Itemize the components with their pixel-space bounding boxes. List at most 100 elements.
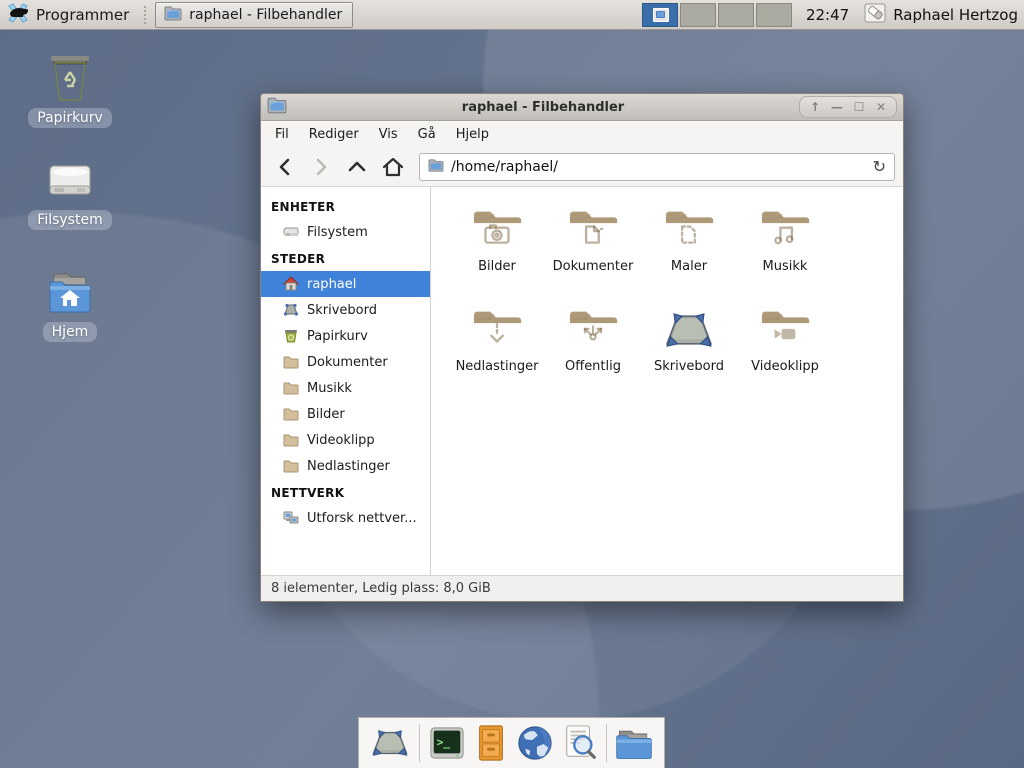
applications-menu-button[interactable]: Programmer — [4, 0, 135, 31]
sidebar-item-skrivebord[interactable]: Skrivebord — [261, 297, 430, 323]
menubar: Fil Rediger Vis Gå Hjelp — [261, 121, 903, 147]
sidebar-header-network: NETTVERK — [261, 479, 430, 505]
workspace-3[interactable] — [718, 3, 754, 27]
sidebar-item-label: Papirkurv — [307, 329, 368, 344]
files-grid: Bilder Dokumenter Maler — [449, 203, 899, 401]
path-input[interactable]: /home/raphael/ — [451, 159, 866, 175]
document-search-button[interactable] — [562, 722, 598, 764]
window-title: raphael - Filbehandler — [287, 100, 799, 115]
sidebar-item-label: Nedlastinger — [307, 459, 390, 474]
close-button[interactable]: ✕ — [872, 99, 890, 115]
file-manager-button[interactable] — [614, 722, 654, 764]
sidebar-item-network[interactable]: Utforsk nettver... — [261, 505, 430, 531]
sidebar-item-label: Skrivebord — [307, 303, 377, 318]
workspace-4[interactable] — [756, 3, 792, 27]
titlebar[interactable]: raphael - Filbehandler ↑ — ☐ ✕ — [261, 94, 903, 121]
desktop-icon-trash[interactable]: Papirkurv — [20, 50, 120, 128]
path-folder-icon — [428, 158, 444, 176]
sidebar-header-devices: ENHETER — [261, 193, 430, 219]
file-item-offentlig[interactable]: Offentlig — [545, 303, 641, 401]
desktop-icon-label: Papirkurv — [28, 108, 112, 128]
home-button[interactable] — [377, 152, 409, 182]
taskbar-window-button[interactable]: raphael - Filbehandler — [155, 2, 353, 28]
desktop-icon — [661, 307, 717, 353]
desktop-icon-filesystem[interactable]: Filsystem — [20, 158, 120, 230]
folder-public-icon — [565, 307, 621, 353]
file-label: Musikk — [763, 259, 808, 274]
folder-icon — [283, 458, 299, 474]
sidebar-item-nedlastinger[interactable]: Nedlastinger — [261, 453, 430, 479]
desktop-icon-home[interactable]: Hjem — [20, 268, 120, 342]
dock: >_ — [358, 717, 665, 768]
file-item-musikk[interactable]: Musikk — [737, 203, 833, 301]
folder-icon — [283, 380, 299, 396]
sidebar-item-dokumenter[interactable]: Dokumenter — [261, 349, 430, 375]
taskbar-window-label: raphael - Filbehandler — [189, 7, 342, 23]
back-button[interactable] — [269, 152, 301, 182]
workspace-2[interactable] — [680, 3, 716, 27]
file-label: Nedlastinger — [456, 359, 539, 374]
file-label: Offentlig — [565, 359, 621, 374]
file-item-videoklipp[interactable]: Videoklipp — [737, 303, 833, 401]
sidebar-item-musikk[interactable]: Musikk — [261, 375, 430, 401]
file-item-bilder[interactable]: Bilder — [449, 203, 545, 301]
sidebar-item-bilder[interactable]: Bilder — [261, 401, 430, 427]
sidebar: ENHETER Filsystem STEDER raphael Skriveb… — [261, 187, 431, 575]
sidebar-item-papirkurv[interactable]: Papirkurv — [261, 323, 430, 349]
maximize-button[interactable]: ☐ — [850, 99, 868, 115]
files-view[interactable]: Bilder Dokumenter Maler — [431, 187, 903, 575]
web-browser-button[interactable] — [516, 722, 554, 764]
sidebar-item-videoklipp[interactable]: Videoklipp — [261, 427, 430, 453]
menu-vis[interactable]: Vis — [369, 123, 408, 146]
menu-hjelp[interactable]: Hjelp — [446, 123, 499, 146]
workspace-1[interactable] — [642, 3, 678, 27]
file-label: Skrivebord — [654, 359, 724, 374]
xfce-mouse-logo-icon — [6, 1, 30, 29]
clock[interactable]: 22:47 — [806, 6, 849, 24]
file-label: Dokumenter — [553, 259, 634, 274]
menu-rediger[interactable]: Rediger — [299, 123, 369, 146]
shade-button[interactable]: ↑ — [806, 99, 824, 115]
file-item-maler[interactable]: Maler — [641, 203, 737, 301]
folder-templates-icon — [661, 207, 717, 253]
file-cabinet-button[interactable] — [474, 722, 508, 764]
dock-separator — [419, 724, 420, 762]
sidebar-item-label: Bilder — [307, 407, 345, 422]
sidebar-item-filsystem[interactable]: Filsystem — [261, 219, 430, 245]
menu-ga[interactable]: Gå — [408, 123, 446, 146]
folder-pictures-icon — [469, 207, 525, 253]
file-item-dokumenter[interactable]: Dokumenter — [545, 203, 641, 301]
status-text: 8 ielementer, Ledig plass: 8,0 GiB — [271, 581, 491, 596]
trash-icon — [20, 50, 120, 102]
window-controls: ↑ — ☐ ✕ — [799, 96, 897, 118]
svg-text:>_: >_ — [436, 735, 450, 749]
user-badge-icon — [863, 2, 887, 28]
up-button[interactable] — [341, 152, 373, 182]
minimize-button[interactable]: — — [828, 99, 846, 115]
desktop-icon-label: Filsystem — [28, 210, 111, 230]
show-desktop-button[interactable] — [369, 722, 411, 764]
sidebar-item-label: Musikk — [307, 381, 352, 396]
terminal-button[interactable]: >_ — [428, 722, 466, 764]
window-body: ENHETER Filsystem STEDER raphael Skriveb… — [261, 187, 903, 575]
user-menu[interactable]: Raphael Hertzog — [863, 2, 1018, 28]
sidebar-item-raphael[interactable]: raphael — [261, 271, 430, 297]
file-label: Videoklipp — [751, 359, 819, 374]
reload-icon[interactable]: ↻ — [873, 159, 886, 175]
file-item-nedlastinger[interactable]: Nedlastinger — [449, 303, 545, 401]
status-bar: 8 ielementer, Ledig plass: 8,0 GiB — [261, 575, 903, 601]
toolbar: /home/raphael/ ↻ — [261, 147, 903, 187]
sidebar-item-label: raphael — [307, 277, 356, 292]
file-manager-icon — [614, 725, 654, 761]
terminal-icon: >_ — [428, 725, 466, 761]
window-folder-icon — [267, 96, 287, 118]
show-desktop-icon — [369, 725, 411, 761]
network-icon — [283, 510, 299, 526]
forward-button[interactable] — [305, 152, 337, 182]
path-bar[interactable]: /home/raphael/ ↻ — [419, 153, 895, 181]
folder-videos-icon — [757, 307, 813, 353]
home-icon — [283, 276, 299, 292]
file-item-skrivebord[interactable]: Skrivebord — [641, 303, 737, 401]
workspace-window-thumbnail — [653, 8, 669, 22]
menu-fil[interactable]: Fil — [265, 123, 299, 146]
